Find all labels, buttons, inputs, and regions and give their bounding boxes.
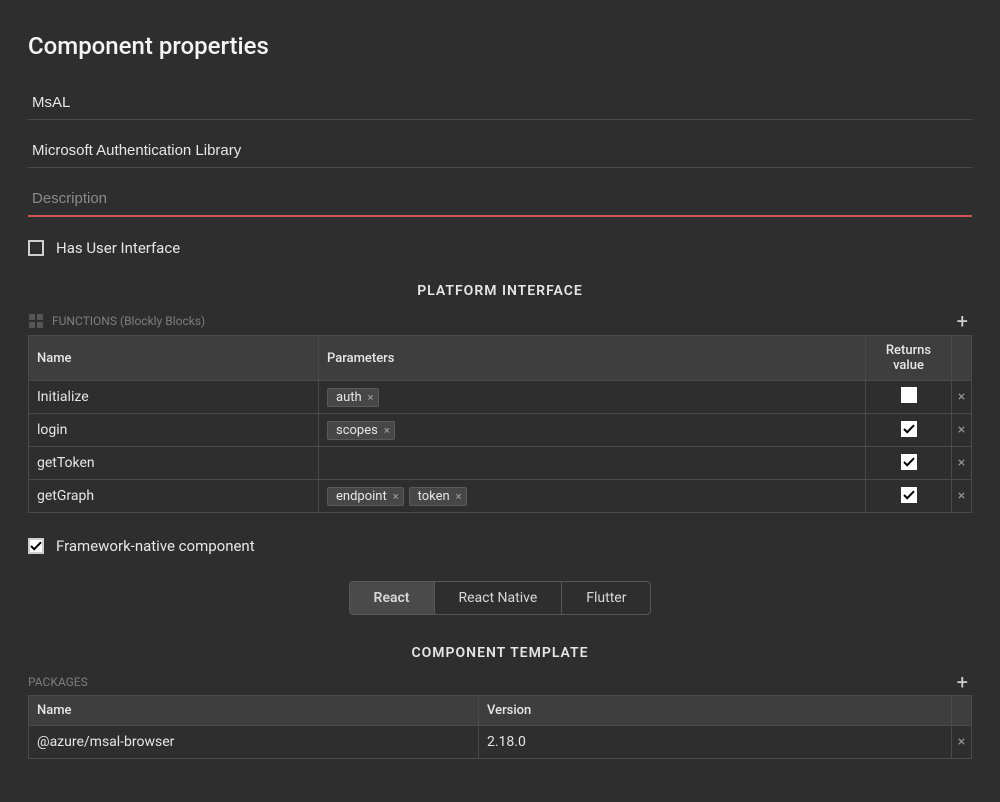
package-name-cell[interactable]: @azure/msal-browser <box>29 726 479 759</box>
packages-label: PACKAGES <box>28 675 88 689</box>
function-params-cell[interactable]: endpoint× token× <box>319 480 866 513</box>
function-params-cell[interactable] <box>319 447 866 480</box>
packages-col-version: Version <box>479 696 952 726</box>
framework-native-checkbox[interactable] <box>28 538 44 554</box>
remove-param-icon[interactable]: × <box>368 391 374 404</box>
add-package-button[interactable]: + <box>953 675 972 689</box>
remove-param-icon[interactable]: × <box>384 424 390 437</box>
table-row: getGraphendpoint×token×× <box>29 480 972 513</box>
returns-checkbox[interactable] <box>901 421 917 437</box>
component-caption-input[interactable] <box>28 132 972 168</box>
function-name-cell[interactable]: Initialize <box>29 381 319 414</box>
has-ui-label: Has User Interface <box>56 239 180 257</box>
param-tag[interactable]: endpoint× <box>327 487 404 506</box>
returns-checkbox[interactable] <box>901 454 917 470</box>
functions-col-returns: Returns value <box>866 336 952 381</box>
component-template-heading: COMPONENT TEMPLATE <box>28 645 972 661</box>
returns-checkbox[interactable] <box>901 487 917 503</box>
has-ui-checkbox[interactable] <box>28 240 44 256</box>
functions-label: FUNCTIONS (Blockly Blocks) <box>52 314 205 328</box>
table-row: Initializeauth×× <box>29 381 972 414</box>
function-name-cell[interactable]: getToken <box>29 447 319 480</box>
function-params-cell[interactable]: scopes× <box>319 414 866 447</box>
package-version-cell[interactable]: 2.18.0 <box>479 726 952 759</box>
packages-table: Name Version @azure/msal-browser2.18.0 × <box>28 695 972 759</box>
param-tag[interactable]: scopes× <box>327 421 395 440</box>
platform-interface-heading: PLATFORM INTERFACE <box>28 283 972 299</box>
returns-cell <box>866 414 952 447</box>
framework-segmented: ReactReact NativeFlutter <box>349 581 652 615</box>
add-function-button[interactable]: + <box>953 314 972 328</box>
component-description-input[interactable] <box>28 180 972 217</box>
delete-row-icon[interactable]: × <box>958 389 965 405</box>
framework-option-flutter[interactable]: Flutter <box>562 582 650 614</box>
remove-param-icon[interactable]: × <box>456 490 462 503</box>
returns-checkbox[interactable] <box>901 387 917 403</box>
param-tag[interactable]: token× <box>409 487 467 506</box>
remove-param-icon[interactable]: × <box>393 490 399 503</box>
framework-option-react[interactable]: React <box>350 582 435 614</box>
functions-col-name: Name <box>29 336 319 381</box>
table-row: loginscopes×× <box>29 414 972 447</box>
returns-cell <box>866 480 952 513</box>
function-params-cell[interactable]: auth× <box>319 381 866 414</box>
packages-col-name: Name <box>29 696 479 726</box>
functions-table: Name Parameters Returns value Initialize… <box>28 335 972 513</box>
table-row: @azure/msal-browser2.18.0 × <box>29 726 972 759</box>
framework-option-react-native[interactable]: React Native <box>435 582 563 614</box>
component-name-input[interactable] <box>28 84 972 120</box>
delete-row-icon[interactable]: × <box>958 422 965 438</box>
page-title: Component properties <box>28 32 972 60</box>
table-row: getToken × <box>29 447 972 480</box>
framework-native-label: Framework-native component <box>56 537 255 555</box>
delete-row-icon[interactable]: × <box>958 455 965 471</box>
functions-col-parameters: Parameters <box>319 336 866 381</box>
function-name-cell[interactable]: login <box>29 414 319 447</box>
returns-cell <box>866 381 952 414</box>
delete-row-icon[interactable]: × <box>958 488 965 504</box>
delete-row-icon[interactable]: × <box>958 734 965 750</box>
param-tag[interactable]: auth× <box>327 388 379 407</box>
blocks-icon <box>28 313 44 329</box>
function-name-cell[interactable]: getGraph <box>29 480 319 513</box>
returns-cell <box>866 447 952 480</box>
